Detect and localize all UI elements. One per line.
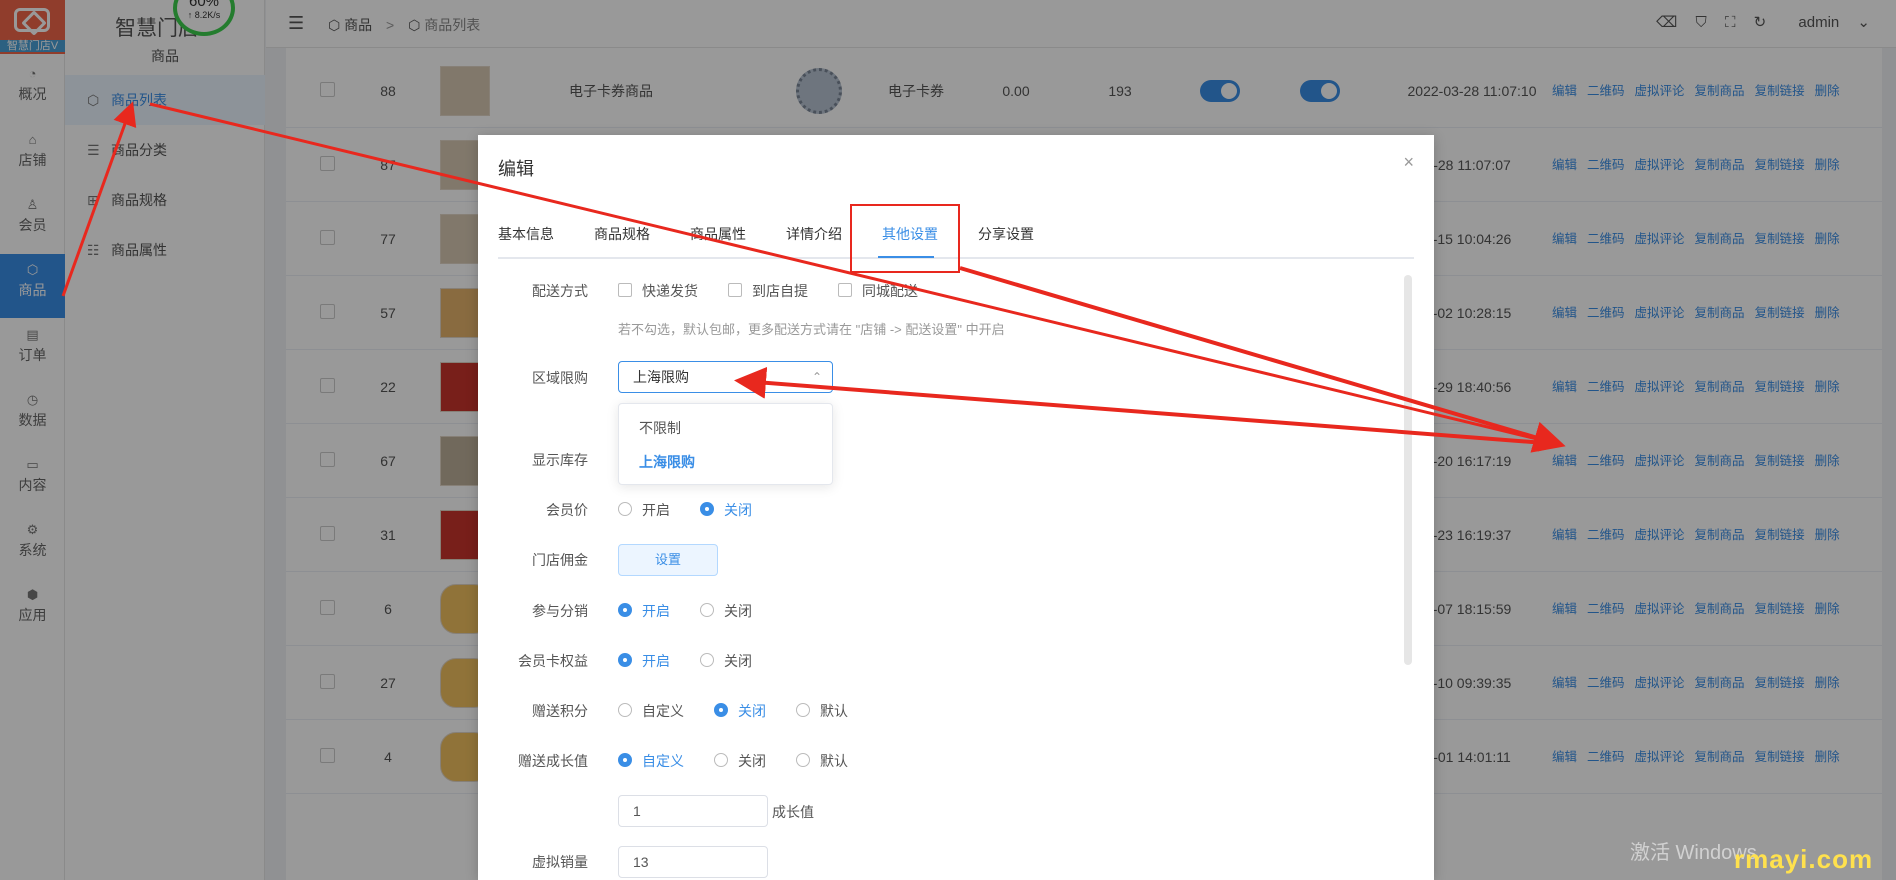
site-watermark: rmayi.com [1734, 844, 1874, 874]
arrow-tab-to-edit [959, 266, 1566, 453]
arrow-submenu-to-edit [149, 102, 1564, 452]
annotation-arrows [61, 101, 1566, 453]
arrow-edit-to-select [734, 366, 1559, 446]
arrow-rail-to-submenu [61, 101, 137, 297]
